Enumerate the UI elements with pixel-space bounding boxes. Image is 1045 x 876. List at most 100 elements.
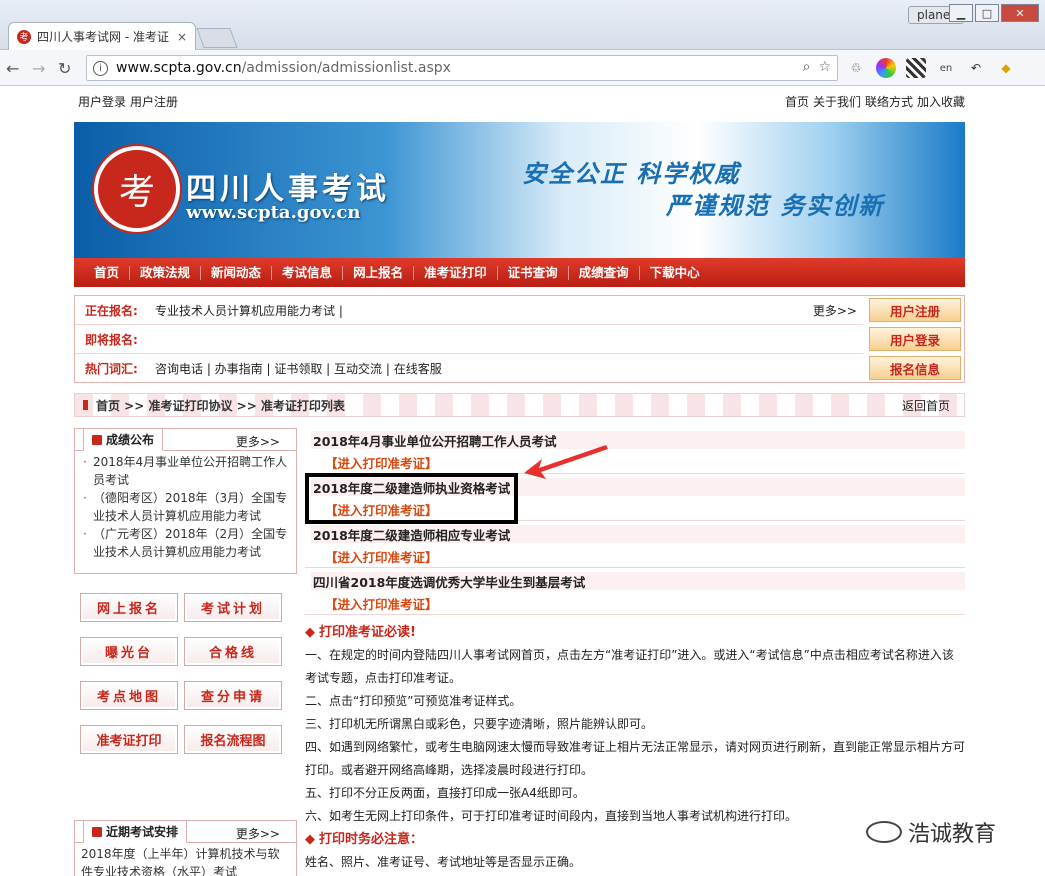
breadcrumb: 首页 >> 准考证打印协议 >> 准考证打印列表 返回首页 [74,393,965,417]
print-admission-link[interactable]: 【进入打印准考证】 [325,594,438,613]
back-arrow-icon[interactable]: ← [6,59,19,78]
reload-icon[interactable]: ↻ [58,59,71,78]
recycle-extension-icon[interactable]: ♲ [846,58,866,78]
register-link[interactable]: 用户注册 [130,95,178,109]
list-item[interactable]: 2018年4月事业单位公开招聘工作人员考试 [81,453,290,489]
results-list: 2018年4月事业单位公开招聘工作人员考试 （德阳考区）2018年（3月）全国专… [75,451,296,563]
print-admission-link[interactable]: 【进入打印准考证】 [325,547,438,566]
admission-print-button[interactable]: 准考证打印 [80,725,178,754]
close-window-button[interactable]: ✕ [1001,4,1039,22]
exam-plan-button[interactable]: 考试计划 [184,593,282,622]
watermark: 浩诚教育 [866,816,996,848]
more-link[interactable]: 更多>> [236,433,280,450]
nav-home[interactable]: 首页 [84,265,131,280]
list-item[interactable]: （德阳考区）2018年（3月）全国专业技术人员计算机应用能力考试 [81,489,290,525]
info-label: 热门词汇: [85,362,138,376]
bookmark-star-icon[interactable]: ☆ [818,59,831,75]
registration-info-button[interactable]: 报名信息 [869,356,961,380]
site-banner: 考 四川人事考试 www.scpta.gov.cn 安全公正 科学权威 严谨规范… [74,122,965,258]
more-link[interactable]: 更多>> [813,302,857,319]
exam-entry: 2018年度二级建造师相应专业考试 【进入打印准考证】 [305,521,965,568]
info-label: 即将报名: [85,332,138,347]
url-path: /admission/admissionlist.aspx [241,60,451,76]
nav-downloads[interactable]: 下载中心 [640,265,710,280]
home-link[interactable]: 首页 [785,95,809,109]
url-host: www.scpta.gov.cn [116,60,242,76]
more-link[interactable]: 更多>> [236,825,280,842]
url-input[interactable]: i www.scpta.gov.cn/admission/admissionli… [86,55,838,81]
color-wheel-extension-icon[interactable] [876,58,896,78]
login-link[interactable]: 用户登录 [78,95,126,109]
window-controls: ▁ □ ✕ [949,4,1039,22]
results-tab[interactable]: 成绩公布 [83,428,164,451]
browser-titlebar: 考 四川人事考试网 - 准考证 × planet ▁ □ ✕ [0,0,1045,50]
notice-line: 姓名、照片、准考证号、考试地址等是否显示正确。 [305,855,582,869]
breadcrumb-path[interactable]: 首页 >> 准考证打印协议 >> 准考证打印列表 [96,397,345,414]
nav-online-registration[interactable]: 网上报名 [343,265,415,280]
info-label: 正在报名: [85,303,138,318]
site-url: www.scpta.gov.cn [186,202,361,223]
extension-icons: ♲ en ↶ ◆ [846,58,1016,78]
exam-entry: 四川省2018年度选调优秀大学毕业生到基层考试 【进入打印准考证】 [305,568,965,615]
exposure-button[interactable]: 曝光台 [80,637,178,666]
diamond-icon: ◆ [305,832,315,847]
exam-title: 2018年度二级建造师相应专业考试 [311,525,965,543]
info-text[interactable]: 专业技术人员计算机应用能力考试 | [155,302,343,319]
info-row-upcoming: 即将报名: [75,325,863,354]
top-link-bar: 用户登录 用户注册 首页 关于我们 联络方式 加入收藏 [74,93,965,115]
tab-title: 四川人事考试网 - 准考证 [37,30,169,44]
undo-extension-icon[interactable]: ↶ [966,58,986,78]
schedule-item[interactable]: 2018年度（上半年）计算机技术与软件专业技术资格（水平）考试 [75,843,296,876]
info-row-hot-words: 热门词汇: 咨询电话 | 办事指南 | 证书领取 | 互动交流 | 在线客服 [75,354,863,383]
slogan-line-2: 严谨规范 务实创新 [666,192,885,220]
list-item[interactable]: （广元考区）2018年（2月）全国专业技术人员计算机应用能力考试 [81,525,290,561]
exam-title: 2018年4月事业单位公开招聘工作人员考试 [311,431,965,449]
panel-title: 近期考试安排 [106,825,179,839]
annotation-highlight-box [305,473,518,524]
seal-logo-icon: 考 [98,150,176,228]
online-registration-button[interactable]: 网上报名 [80,593,178,622]
qr-code-extension-icon[interactable] [906,58,926,78]
login-button[interactable]: 用户登录 [869,327,961,351]
wechat-icon [866,821,902,843]
annotation-arrow-icon [524,445,608,479]
slogan-line-1: 安全公正 科学权威 [522,160,741,188]
minimize-button[interactable]: ▁ [949,4,973,22]
registration-flow-button[interactable]: 报名流程图 [184,725,282,754]
address-bar: ← → ↻ i www.scpta.gov.cn/admission/admis… [0,50,1045,86]
notice-line: 三、打印机无所谓黑白或彩色，只要字迹清晰，照片能辨认即可。 [305,717,654,731]
schedule-tab[interactable]: 近期考试安排 [83,820,188,843]
register-button[interactable]: 用户注册 [869,298,961,322]
contact-link[interactable]: 联络方式 [865,95,913,109]
info-text[interactable]: 咨询电话 | 办事指南 | 证书领取 | 互动交流 | 在线客服 [155,360,442,377]
translate-extension-icon[interactable]: en [936,58,956,78]
maximize-button[interactable]: □ [975,4,999,22]
score-review-button[interactable]: 查分申请 [184,681,282,710]
close-tab-icon[interactable]: × [177,30,187,44]
panel-title: 成绩公布 [106,433,155,447]
results-panel: 成绩公布 更多>> 2018年4月事业单位公开招聘工作人员考试 （德阳考区）20… [74,428,297,574]
nav-score-query[interactable]: 成绩查询 [569,265,640,280]
nav-news[interactable]: 新闻动态 [201,265,273,280]
nav-admission-print[interactable]: 准考证打印 [414,265,498,280]
zoom-icon[interactable]: ⌕ [803,59,811,75]
pass-line-button[interactable]: 合格线 [184,637,282,666]
nav-policy[interactable]: 政策法规 [130,265,202,280]
forward-arrow-icon[interactable]: → [32,59,45,78]
about-link[interactable]: 关于我们 [813,95,861,109]
breadcrumb-marker [83,400,88,410]
nav-exam-info[interactable]: 考试信息 [272,265,344,280]
back-home-link[interactable]: 返回首页 [902,397,950,414]
pet-extension-icon[interactable]: ◆ [996,58,1016,78]
info-icon[interactable]: i [93,60,108,76]
main-nav: 首页 政策法规 新闻动态 考试信息 网上报名 准考证打印 证书查询 成绩查询 下… [74,258,965,287]
nav-certificate-query[interactable]: 证书查询 [498,265,569,280]
new-tab-button[interactable] [196,28,238,48]
notice-line: 二、点击“打印预览”可预览准考证样式。 [305,694,522,708]
web-page: 用户登录 用户注册 首页 关于我们 联络方式 加入收藏 考 四川人事考试 www.scp… [0,87,1045,876]
notice-icon [92,826,102,837]
browser-tab[interactable]: 考 四川人事考试网 - 准考证 × [8,22,196,50]
exam-site-map-button[interactable]: 考点地图 [80,681,178,710]
print-admission-link[interactable]: 【进入打印准考证】 [325,453,438,472]
favorite-link[interactable]: 加入收藏 [917,95,965,109]
